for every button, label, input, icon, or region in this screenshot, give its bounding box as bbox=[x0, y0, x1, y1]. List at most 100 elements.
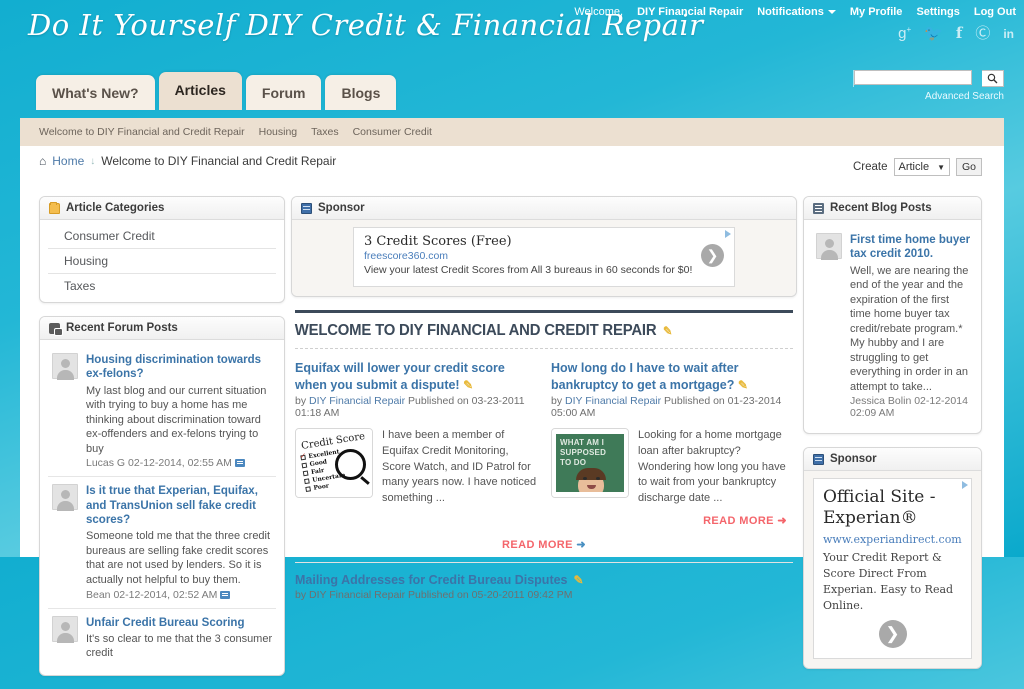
subnav-item-taxes[interactable]: Taxes bbox=[311, 126, 338, 138]
search-button[interactable] bbox=[982, 70, 1004, 87]
subnav-item-welcome[interactable]: Welcome to DIY Financial and Credit Repa… bbox=[39, 126, 245, 138]
tab-whats-new[interactable]: What's New? bbox=[36, 75, 155, 110]
article-thumbnail[interactable]: WHAT AM I SUPPOSED TO DO bbox=[551, 428, 629, 499]
article-excerpt: I have been a member of Equifax Credit M… bbox=[382, 429, 537, 504]
comment-icon bbox=[220, 590, 231, 599]
sponsor-ad-area: 3 Credit Scores (Free) freescore360.com … bbox=[292, 220, 796, 296]
pencil-icon[interactable]: ✎ bbox=[738, 378, 748, 392]
recent-blog-posts-header: Recent Blog Posts bbox=[804, 197, 981, 220]
list-item[interactable]: Taxes bbox=[48, 274, 276, 298]
pencil-icon[interactable]: ✎ bbox=[574, 573, 584, 587]
article-author[interactable]: DIY Financial Repair bbox=[309, 395, 405, 407]
article-body: Credit Score Excellent Good Fair Uncerta… bbox=[295, 428, 537, 506]
article-title-link[interactable]: How long do I have to wait after bankrup… bbox=[551, 361, 739, 392]
breadcrumb-separator-icon: ↓ bbox=[90, 155, 96, 167]
chalkboard-man-icon: WHAT AM I SUPPOSED TO DO bbox=[552, 429, 628, 498]
sponsor-ad-headline: Official Site - Experian® bbox=[823, 487, 936, 528]
avatar bbox=[52, 615, 78, 643]
sponsor-ad-url[interactable]: www.experiandirect.com bbox=[823, 533, 962, 546]
advanced-search-link[interactable]: Advanced Search bbox=[853, 91, 1004, 102]
forum-post-title[interactable]: Housing discrimination towards ex-felons… bbox=[86, 353, 274, 382]
adchoices-icon[interactable] bbox=[725, 230, 731, 238]
list-item[interactable]: Housing bbox=[48, 249, 276, 274]
recent-forum-posts-header: Recent Forum Posts bbox=[40, 317, 284, 340]
search-box bbox=[853, 70, 1004, 87]
twitter-icon[interactable]: 🐦 bbox=[924, 26, 943, 41]
forum-post-title[interactable]: Unfair Credit Bureau Scoring bbox=[86, 616, 274, 630]
thumb-option: Poor bbox=[313, 482, 330, 493]
tab-forum[interactable]: Forum bbox=[245, 75, 322, 110]
google-plus-icon[interactable]: g+ bbox=[898, 26, 911, 42]
create-go-button[interactable]: Go bbox=[955, 158, 982, 176]
facebook-icon[interactable]: f bbox=[956, 26, 962, 41]
page-title: WELCOME TO DIY FINANCIAL AND CREDIT REPA… bbox=[291, 313, 762, 348]
list-item[interactable]: Unfair Credit Bureau Scoring It's so cle… bbox=[48, 609, 276, 668]
site-title: Do It Yourself DIY Credit & Financial Re… bbox=[28, 8, 704, 42]
create-type-select[interactable]: Article ▼ bbox=[893, 158, 950, 176]
page-title-text: WELCOME TO DIY FINANCIAL AND CREDIT REPA… bbox=[294, 321, 657, 339]
search-icon bbox=[987, 73, 998, 84]
forum-post-title[interactable]: Is it true that Experian, Equifax, and T… bbox=[86, 484, 274, 527]
article-title: How long do I have to wait after bankrup… bbox=[551, 360, 793, 394]
pencil-icon[interactable]: ✎ bbox=[463, 378, 473, 392]
list-item[interactable]: Housing discrimination towards ex-felons… bbox=[48, 346, 276, 478]
tab-articles[interactable]: Articles bbox=[158, 72, 242, 110]
pencil-icon[interactable]: ✎ bbox=[663, 324, 672, 338]
log-out-link[interactable]: Log Out bbox=[974, 6, 1016, 18]
next-article-link[interactable]: Mailing Addresses for Credit Bureau Disp… bbox=[295, 573, 568, 587]
my-profile-link[interactable]: My Profile bbox=[850, 6, 903, 18]
list-item[interactable]: Consumer Credit bbox=[48, 224, 276, 249]
article-card: How long do I have to wait after bankrup… bbox=[551, 360, 793, 527]
chevron-right-icon[interactable]: ❯ bbox=[878, 619, 907, 648]
article-thumbnail[interactable]: Credit Score Excellent Good Fair Uncerta… bbox=[295, 428, 373, 499]
section-dashed-rule bbox=[295, 347, 793, 349]
forum-post-snippet: My last blog and our current situation w… bbox=[86, 384, 267, 455]
list-item[interactable]: First time home buyer tax credit 2010. W… bbox=[812, 226, 973, 426]
checkbox-icon bbox=[304, 478, 310, 485]
sponsor-ad[interactable]: 3 Credit Scores (Free) freescore360.com … bbox=[353, 227, 735, 287]
divider bbox=[295, 562, 793, 564]
blog-post-title[interactable]: First time home buyer tax credit 2010. bbox=[850, 233, 971, 262]
category-housing[interactable]: Housing bbox=[64, 254, 108, 268]
chevron-right-icon[interactable]: ❯ bbox=[701, 244, 724, 268]
subnav-item-consumer-credit[interactable]: Consumer Credit bbox=[353, 126, 432, 138]
settings-link[interactable]: Settings bbox=[916, 6, 959, 18]
pinterest-icon[interactable]: Ⓒ bbox=[975, 26, 990, 41]
byline-prefix: by bbox=[295, 395, 307, 408]
article-read-more[interactable]: READ MORE ➜ bbox=[551, 514, 793, 527]
article-author[interactable]: DIY Financial Repair bbox=[565, 395, 661, 407]
sponsor-ad-url[interactable]: freescore360.com bbox=[364, 250, 692, 262]
list-item[interactable]: Is it true that Experian, Equifax, and T… bbox=[48, 477, 276, 609]
chevron-down-icon bbox=[827, 9, 836, 14]
article-title-link[interactable]: Equifax will lower your credit score whe… bbox=[295, 361, 505, 392]
article-categories-block: Article Categories Consumer Credit Housi… bbox=[39, 196, 285, 303]
category-consumer-credit[interactable]: Consumer Credit bbox=[64, 229, 155, 243]
post-body: First time home buyer tax credit 2010. W… bbox=[850, 233, 971, 419]
sponsor-header: Sponsor bbox=[804, 448, 981, 472]
tab-blogs[interactable]: Blogs bbox=[325, 75, 397, 110]
article-body: WHAT AM I SUPPOSED TO DO Looking for a h… bbox=[551, 428, 793, 506]
blog-icon bbox=[813, 202, 824, 214]
notifications-menu[interactable]: Notifications bbox=[757, 6, 836, 18]
search-input[interactable] bbox=[854, 70, 972, 85]
recent-blog-posts-block: Recent Blog Posts First time home buyer … bbox=[803, 196, 982, 435]
article-card: Equifax will lower your credit score whe… bbox=[295, 360, 537, 528]
checkbox-checked-icon: ✓ bbox=[299, 453, 312, 493]
sub-navigation: Welcome to DIY Financial and Credit Repa… bbox=[20, 118, 1004, 146]
category-taxes[interactable]: Taxes bbox=[64, 279, 95, 293]
post-body: Unfair Credit Bureau Scoring It's so cle… bbox=[86, 616, 274, 661]
linkedin-icon[interactable]: in bbox=[1003, 28, 1014, 40]
sponsor-ad[interactable]: Official Site - Experian® www.experiandi… bbox=[813, 478, 972, 659]
adchoices-icon[interactable] bbox=[962, 481, 968, 490]
article-categories-header: Article Categories bbox=[40, 197, 284, 220]
sponsor-ad-description: Your Credit Report & Score Direct From E… bbox=[823, 551, 954, 612]
read-more-button[interactable]: READ MORE ➜ bbox=[291, 538, 797, 551]
article-excerpt: Looking for a home mortgage loan after b… bbox=[638, 429, 786, 504]
breadcrumb-home[interactable]: Home bbox=[52, 154, 84, 168]
sponsor-ad-description: View your latest Credit Scores from All … bbox=[364, 264, 693, 276]
article-categories-title: Article Categories bbox=[66, 202, 165, 214]
center-content: Sponsor 3 Credit Scores (Free) freescore… bbox=[285, 196, 803, 689]
subnav-item-housing[interactable]: Housing bbox=[259, 126, 298, 138]
left-sidebar: Article Categories Consumer Credit Housi… bbox=[20, 196, 285, 689]
article-title: Equifax will lower your credit score whe… bbox=[295, 360, 537, 394]
